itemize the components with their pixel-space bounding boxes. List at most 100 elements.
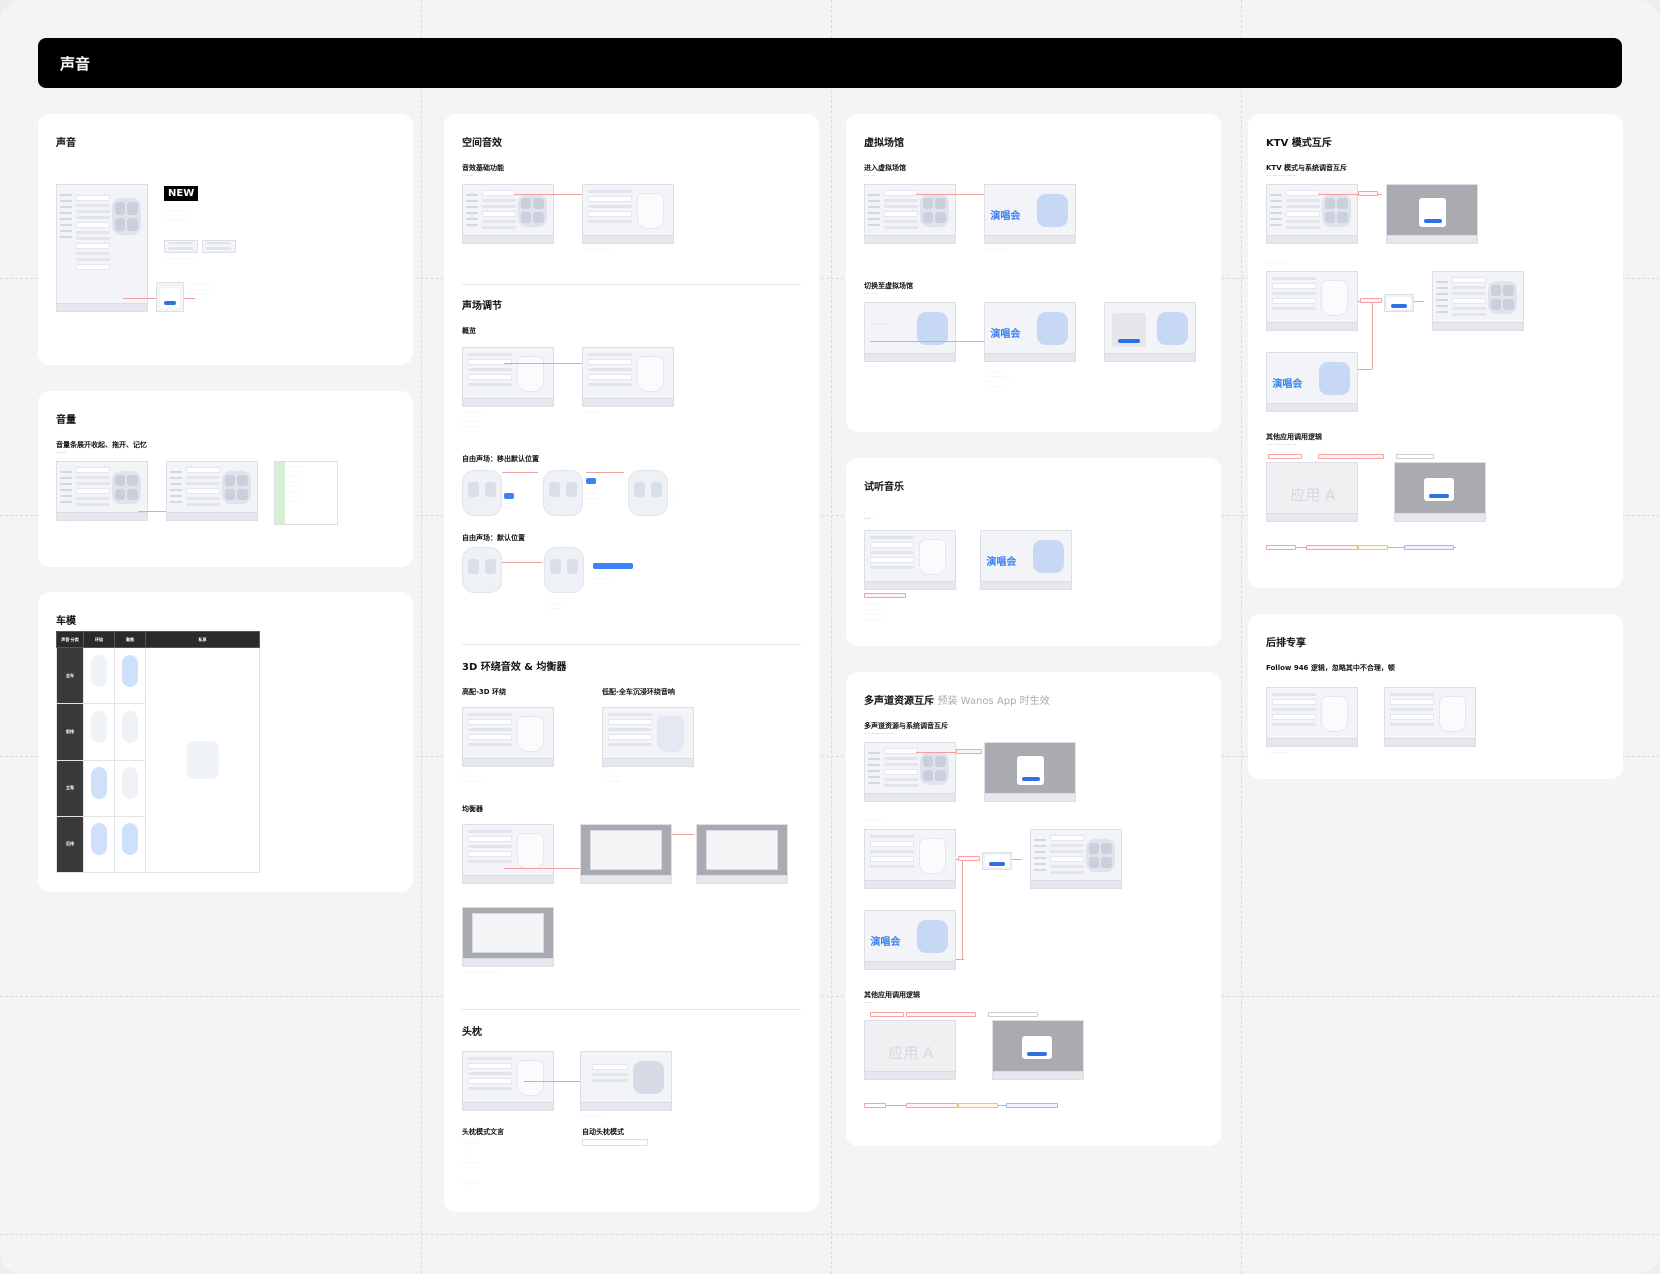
card-title: 后排专享 — [1266, 638, 1306, 649]
section-subtitle: 头枕模式文言 — [462, 1128, 504, 1136]
page-title: 声音 — [60, 54, 91, 73]
screen-mockup[interactable] — [1266, 271, 1358, 331]
screen-mockup[interactable] — [582, 184, 674, 244]
screen-mockup[interactable]: 演唱会 — [1266, 352, 1358, 412]
screen-mockup[interactable] — [864, 530, 956, 590]
screen-mockup[interactable] — [582, 347, 674, 407]
screen-mockup[interactable] — [1386, 184, 1478, 244]
screen-mockup[interactable]: 应用 A — [864, 1020, 956, 1080]
screen-mockup[interactable] — [1384, 687, 1476, 747]
screen-mockup[interactable] — [56, 184, 148, 312]
card-ktv[interactable]: KTV 模式互斥 KTV 模式与系统调音互斥 ···· ·········· ·… — [1248, 114, 1623, 588]
card-title: 音量 — [56, 415, 76, 426]
section-subtitle: KTV 模式与系统调音互斥 — [1266, 164, 1348, 172]
screen-mockup[interactable] — [1432, 271, 1524, 331]
section-subtitle: Follow 946 逻辑，忽略其中不合理，顿 — [1266, 664, 1395, 672]
table-row-label: 后排 — [56, 815, 84, 874]
screen-mockup[interactable] — [1394, 462, 1486, 522]
screen-mockup[interactable] — [1104, 302, 1196, 362]
screen-mockup[interactable] — [156, 282, 184, 312]
screen-mockup[interactable]: 演唱会 — [984, 302, 1076, 362]
card-car-model[interactable]: 车模 声音·分类 环绕 聚焦 私享 全车 前排 主驾 后排 — [38, 592, 413, 892]
card-virtual-venue[interactable]: 虚拟场馆 进入虚拟场馆 ···· ····· 演唱会 ··········· ·… — [846, 114, 1221, 432]
section-subtitle: 其他应用调用逻辑 — [1266, 433, 1322, 441]
flow-table: ·· ········· ·· ······ ·· ······· ·· ······… — [274, 461, 338, 525]
table-header: 环绕 — [82, 631, 116, 648]
stage-label: 演唱会 — [1272, 379, 1303, 391]
screen-mockup[interactable] — [462, 907, 554, 967]
section-subtitle: 均衡器 — [462, 805, 483, 813]
section-subtitle: 自动头枕模式 — [582, 1128, 624, 1136]
card-rear-exclusive[interactable]: 后排专享 Follow 946 逻辑，忽略其中不合理，顿 ····· ·····… — [1248, 614, 1623, 779]
screen-mockup[interactable] — [602, 707, 694, 767]
card-title: KTV 模式互斥 — [1266, 138, 1332, 149]
section-subtitle: 自由声场：移出默认位置 — [462, 455, 539, 463]
card-title: 声音 — [56, 138, 76, 149]
dialog-mockup[interactable] — [982, 852, 1012, 870]
stage-label: 演唱会 — [986, 557, 1017, 569]
section-subtitle: 低配-全车沉浸环绕音响 — [602, 688, 675, 696]
screen-mockup[interactable] — [462, 707, 554, 767]
card-multichannel[interactable]: 多声道资源互斥 预装 Wanos App 时生效 多声道资源与系统调音互斥 ··… — [846, 672, 1221, 1146]
card-title: 虚拟场馆 — [864, 138, 904, 149]
table-header: 聚焦 — [114, 631, 147, 648]
screen-mockup[interactable]: 演唱会 — [864, 910, 956, 970]
table-row-label: 前排 — [56, 703, 84, 761]
screen-mockup[interactable]: 应用 A — [1266, 462, 1358, 522]
screen-mockup[interactable] — [582, 1139, 648, 1146]
table-header: 私享 — [145, 631, 260, 648]
card-trial-music[interactable]: 试听音乐 · ······· 演唱会 · ········ ········ · … — [846, 458, 1221, 646]
screen-mockup[interactable] — [864, 742, 956, 802]
car-model-table: 声音·分类 环绕 聚焦 私享 全车 前排 主驾 后排 — [56, 631, 260, 874]
card-spatial-audio[interactable]: 空间音效 音效基础功能 ··· ····· ············ ·····… — [444, 114, 819, 1212]
section-subtitle: 进入虚拟场馆 — [864, 164, 906, 172]
card-title: 多声道资源互斥 预装 Wanos App 时生效 — [864, 696, 1050, 707]
screen-mockup[interactable] — [984, 742, 1076, 802]
stage-label: 演唱会 — [870, 937, 901, 949]
card-title: 试听音乐 — [864, 482, 904, 493]
screen-mockup[interactable]: ········ — [864, 302, 956, 362]
section-subtitle: 多声道资源与系统调音互斥 — [864, 722, 948, 730]
screen-mockup[interactable] — [1266, 687, 1358, 747]
screen-mockup[interactable] — [462, 347, 554, 407]
app-label: 应用 A — [888, 1043, 934, 1062]
screen-mockup[interactable] — [580, 1051, 672, 1111]
screen-mockup[interactable] — [580, 824, 672, 884]
new-badge: NEW — [164, 186, 199, 201]
section-title: 头枕 — [462, 1027, 482, 1038]
card-title: 空间音效 — [462, 138, 502, 149]
screen-mockup[interactable] — [864, 829, 956, 889]
section-title: 3D 环绕音效 & 均衡器 — [462, 662, 567, 673]
screen-mockup[interactable] — [696, 824, 788, 884]
section-subtitle: 音效基础功能 — [462, 164, 504, 172]
screen-mockup[interactable] — [1266, 184, 1358, 244]
stage-label: 演唱会 — [990, 211, 1021, 223]
table-row-label: 主驾 — [56, 759, 84, 817]
screen-mockup[interactable] — [164, 240, 198, 253]
screen-mockup[interactable]: 演唱会 — [984, 184, 1076, 244]
app-label: 应用 A — [1290, 485, 1336, 504]
section-title: 声场调节 — [462, 301, 502, 312]
card-title: 车模 — [56, 616, 76, 627]
section-subtitle: 切换至虚拟场馆 — [864, 282, 913, 290]
table-row-label: 全车 — [56, 646, 84, 705]
card-volume[interactable]: 音量 音量条展开收起、拖开、记忆 ········ ·· ········· ··… — [38, 391, 413, 567]
screen-mockup[interactable] — [462, 184, 554, 244]
screen-mockup[interactable] — [56, 461, 148, 521]
table-header: 声音·分类 — [56, 631, 84, 648]
section-subtitle: 高配-3D 环绕 — [462, 688, 507, 696]
section-subtitle: 概览 — [462, 327, 476, 335]
card-sound[interactable]: 声音 NEW · ····· ········ ······ · ···· ···… — [38, 114, 413, 365]
stage-label: 演唱会 — [990, 329, 1021, 341]
screen-mockup[interactable] — [166, 461, 258, 521]
screen-mockup[interactable]: 演唱会 — [980, 530, 1072, 590]
screen-mockup[interactable] — [992, 1020, 1084, 1080]
screen-mockup[interactable] — [1030, 829, 1122, 889]
section-subtitle: 其他应用调用逻辑 — [864, 991, 920, 999]
design-canvas: 声音 声音 NEW · ····· ········ ······ · ···· … — [0, 0, 1660, 1274]
screen-mockup[interactable] — [864, 184, 956, 244]
screen-mockup[interactable] — [202, 240, 236, 253]
screen-mockup[interactable] — [462, 824, 554, 884]
page-title-bar: 声音 — [38, 38, 1622, 88]
dialog-mockup[interactable] — [1384, 294, 1414, 312]
